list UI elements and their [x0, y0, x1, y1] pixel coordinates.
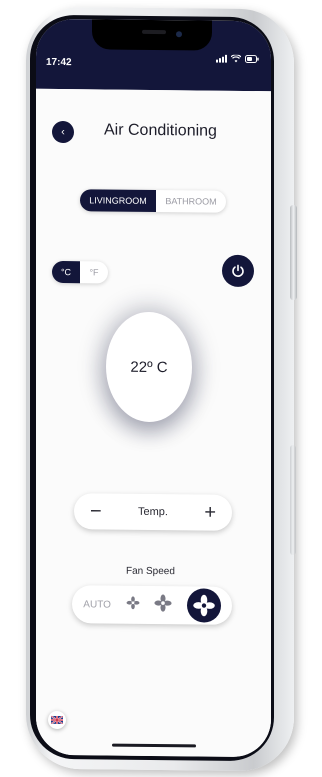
temperature-display: 22º C	[106, 311, 192, 423]
fan-speed-selector: AUTO	[72, 585, 232, 625]
power-button[interactable]	[222, 254, 254, 288]
fan-speed-2[interactable]	[154, 594, 172, 617]
uk-flag-icon	[51, 715, 63, 725]
temperature-control-label: Temp.	[138, 505, 168, 519]
speaker	[142, 29, 166, 35]
status-icons	[216, 54, 259, 64]
decrease-temp-button[interactable]: −	[90, 500, 102, 522]
unit-option-fahrenheit[interactable]: °F	[80, 261, 108, 283]
status-time: 17:42	[46, 56, 72, 69]
home-indicator[interactable]	[112, 743, 196, 748]
room-option-bathroom[interactable]: BATHROOM	[156, 190, 226, 213]
room-option-livingroom[interactable]: LIVINGROOM	[80, 189, 156, 213]
fan-speed-1[interactable]	[126, 595, 140, 614]
fan-speed-label: Fan Speed	[126, 565, 175, 578]
page-title: Air Conditioning	[104, 121, 217, 140]
increase-temp-button[interactable]: +	[204, 502, 216, 524]
status-bar: 17:42	[36, 18, 271, 92]
fan-speed-3[interactable]	[186, 588, 221, 623]
phone-side-button	[290, 205, 297, 300]
phone-side-button-lower	[290, 445, 296, 555]
power-icon	[232, 264, 244, 277]
room-selector: LIVINGROOM BATHROOM	[80, 189, 226, 213]
language-button[interactable]	[48, 710, 66, 730]
fan-icon	[192, 594, 215, 617]
fan-icon	[126, 595, 139, 609]
battery-icon	[245, 54, 259, 64]
chevron-left-icon: ‹	[61, 126, 65, 139]
main-content: ‹ Air Conditioning LIVINGROOM BATHROOM °…	[36, 88, 271, 758]
temperature-control: − Temp. +	[74, 493, 232, 531]
signal-icon	[216, 54, 227, 63]
unit-option-celsius[interactable]: °C	[52, 260, 80, 284]
wifi-icon	[231, 54, 241, 63]
camera	[176, 31, 182, 38]
unit-selector: °C °F	[52, 260, 108, 284]
fan-speed-auto[interactable]: AUTO	[83, 599, 111, 610]
phone-screen: 17:42 ‹ Air Conditioning LIVINGROOM BATH…	[36, 18, 271, 758]
notch	[92, 19, 212, 51]
fan-icon	[154, 594, 172, 612]
back-button[interactable]: ‹	[52, 120, 74, 144]
